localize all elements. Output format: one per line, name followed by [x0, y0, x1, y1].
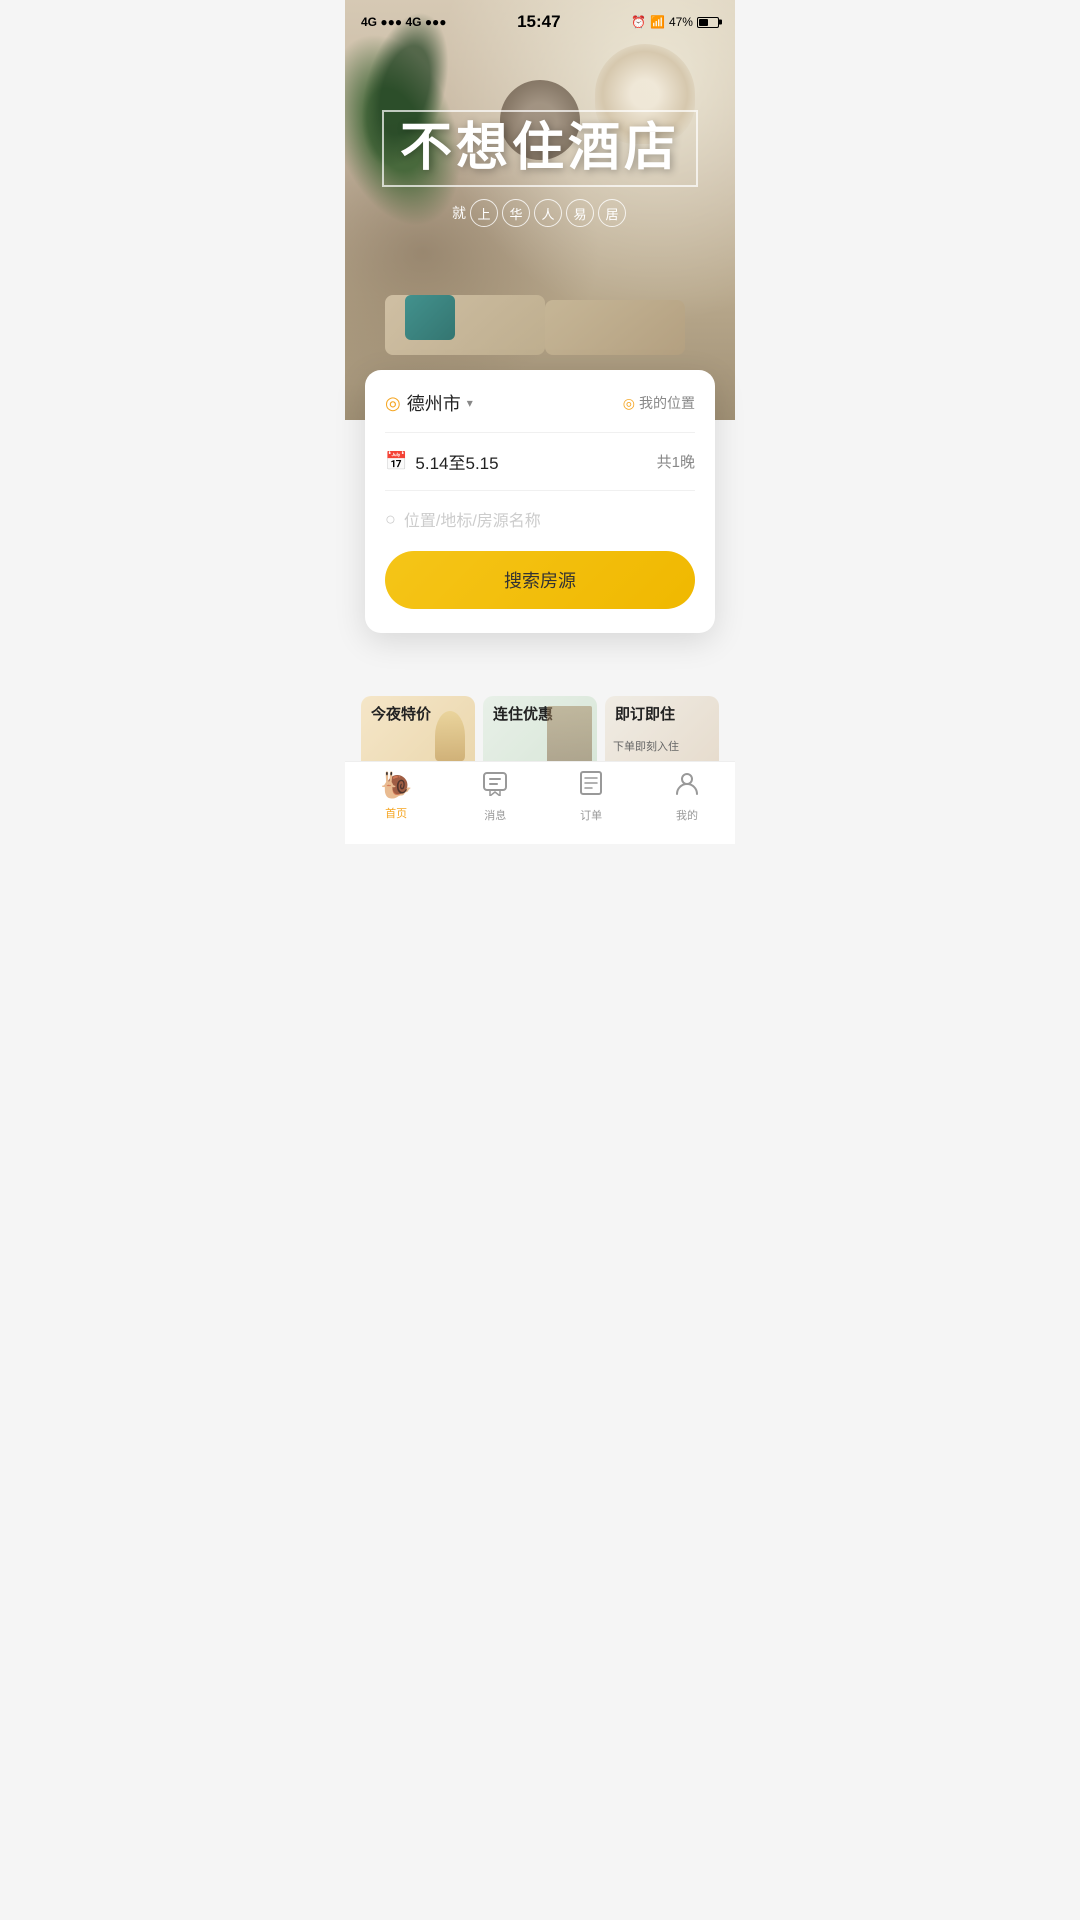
tab-profile[interactable]: 我的	[674, 770, 700, 823]
profile-tab-label: 我的	[676, 807, 698, 823]
nights-count: 共1晚	[657, 451, 695, 472]
profile-tab-icon	[674, 770, 700, 803]
home-tab-icon: 🐌	[380, 770, 412, 801]
status-bar: 4G ●●● 4G ●●● 15:47 ⏰ 📶 47%	[345, 0, 735, 44]
city-row: ◎ 德州市 ▾ ◎ 我的位置	[385, 390, 695, 433]
sofa-decoration-2	[545, 300, 685, 355]
hero-sub-char-5: 居	[598, 199, 626, 227]
date-selector[interactable]: 📅 5.14至5.15	[385, 449, 499, 474]
search-button[interactable]: 搜索房源	[385, 551, 695, 609]
hero-sub-char-1: 上	[470, 199, 498, 227]
hero-banner: 不想住酒店 就 上 华 人 易 居	[345, 0, 735, 420]
card-1-decoration	[435, 711, 465, 761]
promo-card-2-title: 连住优惠	[493, 706, 553, 724]
date-range: 5.14至5.15	[415, 449, 498, 474]
time-display: 15:47	[517, 12, 560, 32]
promo-card-1-title: 今夜特价	[371, 706, 431, 724]
tab-orders[interactable]: 订单	[578, 770, 604, 823]
home-tab-label: 首页	[385, 805, 407, 821]
signal-icon-1: ●●●	[380, 15, 402, 29]
signal-icon-2: ●●●	[425, 15, 447, 29]
my-location-label: 我的位置	[639, 393, 695, 413]
promo-card-3-title: 即订即住	[615, 706, 675, 724]
search-card: ◎ 德州市 ▾ ◎ 我的位置 📅 5.14至5.15 共1晚 ○ 位置/地标/房…	[365, 370, 715, 633]
city-selector[interactable]: ◎ 德州市 ▾	[385, 390, 473, 416]
city-name: 德州市	[407, 390, 461, 416]
hero-subtitle: 就 上 华 人 易 居	[345, 199, 735, 227]
promo-card-3-sub: 下单即刻入住	[613, 738, 679, 754]
hero-sub-char-4: 易	[566, 199, 594, 227]
location-icon-right: ◎	[623, 395, 635, 412]
date-row[interactable]: 📅 5.14至5.15 共1晚	[385, 433, 695, 491]
alarm-icon: ⏰	[631, 15, 646, 29]
search-icon: ○	[385, 509, 396, 530]
location-icon-left: ◎	[385, 393, 401, 414]
card-2-decoration	[547, 706, 592, 766]
pillow-teal-decoration	[405, 295, 455, 340]
calendar-icon: 📅	[385, 451, 407, 472]
orders-tab-icon	[578, 770, 604, 803]
orders-tab-label: 订单	[580, 807, 602, 823]
status-indicators: ⏰ 📶 47%	[631, 15, 719, 29]
my-location-button[interactable]: ◎ 我的位置	[623, 393, 695, 413]
hero-sub-char-3: 人	[534, 199, 562, 227]
location-search-placeholder: 位置/地标/房源名称	[404, 507, 541, 531]
location-search-row[interactable]: ○ 位置/地标/房源名称	[385, 491, 695, 551]
tab-bar: 🐌 首页 消息 订单	[345, 761, 735, 844]
battery-icon	[697, 17, 719, 28]
hero-sub-prefix: 就	[452, 203, 468, 223]
messages-tab-label: 消息	[484, 807, 506, 823]
battery-text: 47%	[669, 15, 693, 29]
carrier-info: 4G ●●● 4G ●●●	[361, 15, 447, 29]
tab-messages[interactable]: 消息	[482, 770, 508, 823]
chevron-down-icon: ▾	[467, 396, 473, 410]
messages-tab-icon	[482, 770, 508, 803]
battery-fill	[699, 19, 708, 26]
wifi-icon: 📶	[650, 15, 665, 29]
hero-sub-char-2: 华	[502, 199, 530, 227]
carrier1: 4G	[361, 15, 377, 29]
hero-main-text: 不想住酒店	[382, 110, 698, 187]
tab-home[interactable]: 🐌 首页	[380, 770, 412, 821]
carrier2: 4G	[405, 15, 421, 29]
hero-text-area: 不想住酒店 就 上 华 人 易 居	[345, 110, 735, 227]
